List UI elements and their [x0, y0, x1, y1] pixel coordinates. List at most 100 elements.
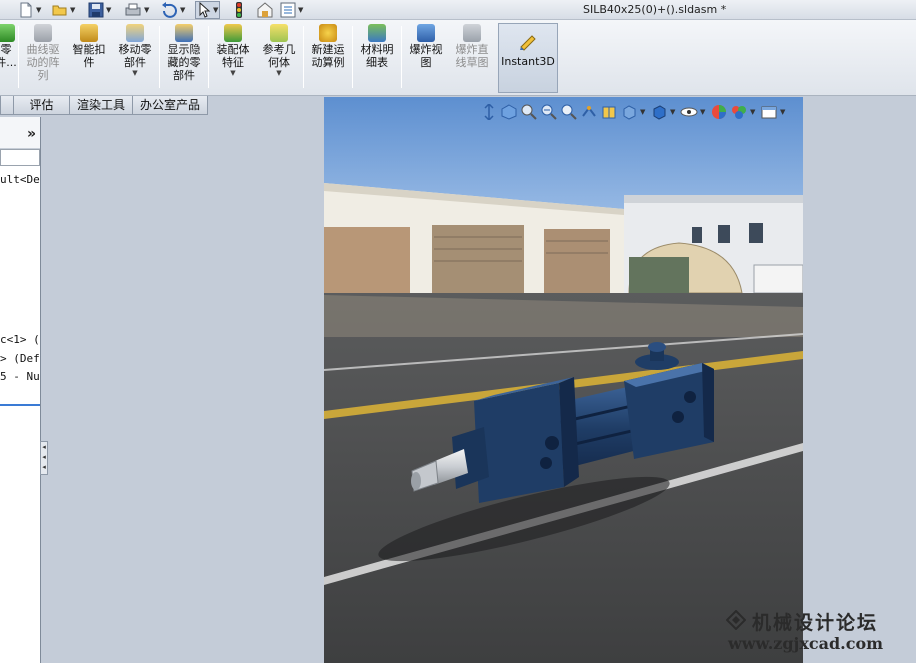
apply-scene-button[interactable] [730, 103, 748, 121]
ribbon-separator [159, 26, 160, 88]
tree-item[interactable]: c<1> (D [0, 333, 40, 346]
tree-item[interactable]: ult<Def [0, 173, 40, 186]
zoom-in-out-button[interactable] [540, 103, 558, 121]
new-motion-study-button[interactable]: 新建运 动算例 [306, 24, 350, 69]
section-view-button[interactable] [600, 103, 618, 121]
edit-appearance-button[interactable] [710, 103, 728, 121]
curve-driven-pattern-button[interactable]: 曲线驱 动的阵 列 [22, 24, 64, 82]
zoom-to-fit-button[interactable] [480, 103, 498, 121]
file-properties-icon [257, 2, 273, 18]
explode-line-sketch-label: 爆炸直 线草图 [455, 43, 489, 69]
move-component-icon [126, 24, 144, 42]
watermark: 机械设计论坛 www.zgjxcad.com [722, 606, 914, 660]
save-button[interactable]: ▼ [88, 1, 111, 19]
reference-geometry-button[interactable]: 参考几 何体 ▼ [257, 24, 301, 77]
chevron-down-icon[interactable]: ▼ [144, 6, 149, 14]
cursor-icon [199, 2, 211, 18]
save-icon [88, 2, 104, 18]
view-settings-icon [761, 106, 777, 119]
watermark-title: 机械设计论坛 [752, 612, 879, 634]
show-hidden-icon [175, 24, 193, 42]
exploded-view-button[interactable]: 爆炸视 图 [404, 24, 448, 69]
command-manager-tabs: 评估 渲染工具 办公室产品 [0, 96, 208, 116]
reference-geometry-icon [270, 24, 288, 42]
motion-study-icon [319, 24, 337, 42]
print-button[interactable]: ▼ [124, 1, 149, 19]
filter-input[interactable] [0, 149, 40, 166]
undo-button[interactable]: ▼ [160, 1, 185, 19]
new-document-icon [20, 2, 32, 18]
tab-hidden-left[interactable] [0, 96, 14, 115]
chevron-down-icon[interactable]: ▼ [213, 6, 218, 14]
selection-highlight [0, 404, 40, 406]
chevron-down-icon[interactable]: ▼ [780, 108, 788, 116]
window-title: SILB40x25(0)+().sldasm * [583, 3, 727, 16]
tree-item[interactable]: 5 - Nut- [0, 370, 40, 383]
tree-item[interactable]: > (Defa [0, 352, 40, 365]
ribbon-separator [401, 26, 402, 88]
smart-fasteners-button[interactable]: 智能扣 件 [68, 24, 110, 69]
section-view-icon [602, 106, 616, 119]
panel-splitter-handle[interactable]: ◂ ◂ ◂ [40, 441, 48, 475]
background-building [624, 195, 803, 294]
chevron-down-icon[interactable]: ▼ [276, 69, 281, 77]
options-button[interactable]: ▼ [280, 1, 303, 19]
hide-show-items-button[interactable] [680, 103, 698, 121]
instant3d-label: Instant3D [501, 55, 555, 68]
tab-render-tools[interactable]: 渲染工具 [69, 96, 133, 115]
chevron-down-icon[interactable]: ▼ [700, 108, 708, 116]
command-manager: 零 件... 曲线驱 动的阵 列 智能扣 件 移动零 部件 ▼ 显示隐 藏的零 … [0, 20, 916, 96]
assembly-features-label: 装配体 特征 [216, 43, 250, 69]
edit-appearance-icon [712, 105, 726, 119]
select-button[interactable]: ▼ [195, 1, 221, 19]
instant3d-button[interactable]: Instant3D [498, 23, 558, 93]
hide-show-items-icon [680, 107, 698, 117]
display-style-button[interactable] [650, 103, 668, 121]
ribbon-separator [303, 26, 304, 88]
ribbon-separator [18, 26, 19, 88]
exploded-view-label: 爆炸视 图 [409, 43, 443, 69]
rotate-view-button[interactable] [580, 103, 598, 121]
file-properties-button[interactable] [256, 1, 274, 19]
insert-component-button[interactable]: 零 件... [0, 24, 18, 69]
chevron-down-icon[interactable]: ▼ [36, 6, 41, 14]
chevron-down-icon[interactable]: ▼ [106, 6, 111, 14]
expand-panel-icon[interactable]: » [27, 126, 36, 142]
chevron-down-icon[interactable]: ▼ [298, 6, 303, 14]
rebuild-button[interactable] [234, 1, 244, 19]
print-icon [125, 3, 141, 16]
undo-icon [162, 2, 177, 18]
view-orientation-icon [623, 105, 636, 120]
tab-office-products[interactable]: 办公室产品 [132, 96, 208, 115]
previous-view-button[interactable] [500, 103, 518, 121]
move-component-button[interactable]: 移动零 部件 ▼ [114, 24, 156, 77]
explode-line-icon [463, 24, 481, 42]
zoom-area-button[interactable] [520, 103, 538, 121]
traffic-light-icon [236, 2, 242, 18]
chevron-down-icon[interactable]: ▼ [70, 6, 75, 14]
open-button[interactable]: ▼ [52, 1, 75, 19]
assembly-features-button[interactable]: 装配体 特征 ▼ [211, 24, 255, 77]
show-hidden-components-button[interactable]: 显示隐 藏的零 部件 [162, 24, 206, 82]
feature-manager-panel: » ult<Def c<1> (D > (Defa 5 - Nut- [0, 117, 41, 663]
tab-evaluate[interactable]: 评估 [13, 96, 70, 115]
chevron-down-icon[interactable]: ▼ [230, 69, 235, 77]
chevron-down-icon[interactable]: ▼ [180, 6, 185, 14]
rotate-view-icon [582, 106, 596, 117]
zoom-in-out-icon [541, 104, 557, 120]
view-settings-button[interactable] [760, 103, 778, 121]
instant3d-icon [520, 35, 536, 51]
insert-component-label: 零 件... [0, 43, 17, 69]
chevron-down-icon[interactable]: ▼ [640, 108, 648, 116]
zoom-area-icon [521, 104, 537, 120]
bill-of-materials-button[interactable]: 材料明 细表 [355, 24, 399, 69]
explode-line-sketch-button[interactable]: 爆炸直 线草图 [450, 24, 494, 69]
view-orientation-button[interactable] [620, 103, 638, 121]
zoom-selection-button[interactable] [560, 103, 578, 121]
chevron-down-icon[interactable]: ▼ [750, 108, 758, 116]
chevron-down-icon[interactable]: ▼ [132, 69, 137, 77]
new-document-button[interactable]: ▼ [18, 1, 41, 19]
curve-pattern-icon [34, 24, 52, 42]
chevron-down-icon[interactable]: ▼ [670, 108, 678, 116]
render-scene [324, 97, 803, 663]
